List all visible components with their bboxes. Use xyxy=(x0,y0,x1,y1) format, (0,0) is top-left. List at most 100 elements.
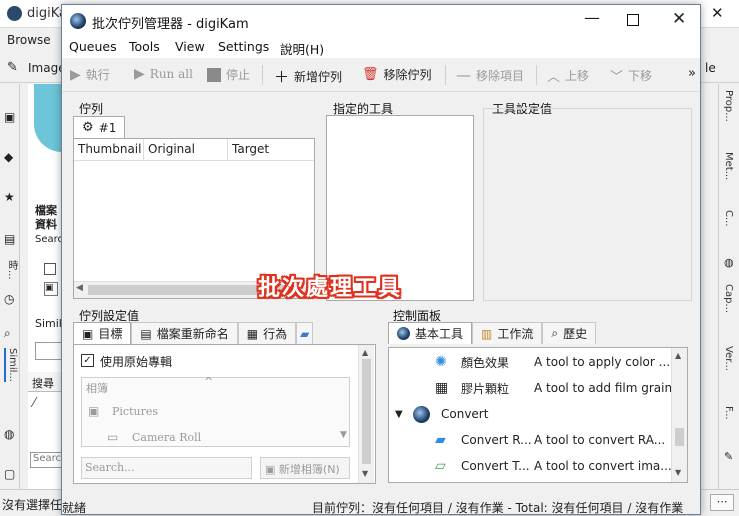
film-grain-icon: ▦ xyxy=(435,380,449,396)
tab-overflow[interactable]: ▰ xyxy=(296,322,314,344)
toolbar-separator xyxy=(445,65,446,85)
color-effect-icon: ✺ xyxy=(435,354,447,370)
stop-button[interactable]: 停止 xyxy=(207,66,250,83)
tool-name: Convert T... xyxy=(461,459,530,473)
tab-file-rename[interactable]: ▤ 檔案重新命名 xyxy=(131,322,238,344)
background-checkbox[interactable] xyxy=(44,263,56,275)
column-target[interactable]: Target xyxy=(228,139,314,160)
close-icon[interactable]: ✕ xyxy=(672,9,686,29)
search-icon[interactable]: ⌕ xyxy=(4,326,11,341)
overlay-annotation: 批次處理工具 xyxy=(258,276,403,301)
right-tab-metadata[interactable]: Met... xyxy=(723,152,734,180)
convert-group-icon xyxy=(413,405,430,423)
sidebar-tab-similarity[interactable]: Simil... xyxy=(4,348,18,382)
menu-tools[interactable]: Tools xyxy=(129,39,160,54)
magic-wand-icon[interactable]: ⁄ xyxy=(33,396,35,411)
minimize-icon[interactable]: — xyxy=(584,8,600,27)
clock-icon[interactable]: ◷ xyxy=(4,292,14,306)
tab-base-tools[interactable]: 基本工具 xyxy=(388,322,473,344)
background-toolbar-image[interactable]: Image xyxy=(28,61,66,75)
globe-icon[interactable]: ◍ xyxy=(4,427,14,441)
scroll-thumb[interactable] xyxy=(675,428,684,446)
right-tab-properties[interactable]: Prop... xyxy=(723,90,734,122)
right-pencil-icon[interactable]: ✎ xyxy=(724,450,733,463)
column-original[interactable]: Original xyxy=(144,139,228,160)
scroll-up-icon[interactable]: ▲ xyxy=(675,351,681,360)
sort-indicator-icon: ^ xyxy=(204,375,214,388)
background-menu-browse[interactable]: Browse xyxy=(7,33,51,47)
chevron-up-icon: ︿ xyxy=(547,70,561,85)
scroll-up-icon[interactable]: ▲ xyxy=(362,348,368,357)
menu-queues[interactable]: Queues xyxy=(69,39,117,54)
remove-queue-button[interactable]: 🗑 移除佇列 xyxy=(362,66,432,83)
background-close-icon[interactable]: ✕ xyxy=(711,4,724,22)
list-item[interactable]: ▰ Convert R... A tool to convert RA... xyxy=(389,427,687,453)
calendar-icon[interactable]: ▤ xyxy=(4,232,15,246)
list-item[interactable]: ▦ 膠片顆粒 A tool to add film grain xyxy=(389,375,687,401)
queue-tab-1[interactable]: ⚙ #1 xyxy=(73,116,126,138)
album-search-input[interactable]: Search... xyxy=(81,457,252,479)
right-tab-versions[interactable]: Ver... xyxy=(723,346,734,371)
face-icon[interactable]: ▢ xyxy=(4,467,15,481)
dialog-title: 批次佇列管理器 - digiKam xyxy=(92,17,249,32)
album-tree-header: 相簿 xyxy=(86,382,108,395)
maximize-icon[interactable] xyxy=(627,14,639,26)
tool-name: 顏色效果 xyxy=(461,355,510,370)
tag-icon[interactable]: ◆ xyxy=(4,150,13,164)
tab-workflow[interactable]: ▥ 工作流 xyxy=(472,322,543,344)
dialog-statusbar: 就緒 目前佇列：沒有任何項目 / 沒有作業 - Total: 沒有任何項目 / … xyxy=(62,495,700,515)
move-up-label: 上移 xyxy=(565,69,590,83)
move-up-button[interactable]: ︿ 上移 xyxy=(547,66,589,85)
expand-icon[interactable]: ▼ xyxy=(395,409,403,420)
tab-base-tools-label: 基本工具 xyxy=(415,327,464,341)
list-item[interactable]: ✺ 顏色效果 A tool to apply color ... xyxy=(389,349,687,375)
tab-target[interactable]: ▣ 目標 xyxy=(73,322,132,344)
background-input[interactable] xyxy=(35,342,62,360)
star-icon[interactable]: ★ xyxy=(4,190,15,204)
new-queue-button[interactable]: ＋ 新增佇列 xyxy=(274,66,342,87)
menu-view[interactable]: View xyxy=(175,39,205,54)
background-search-input[interactable]: Search xyxy=(30,452,67,468)
remove-queue-label: 移除佇列 xyxy=(383,68,432,82)
right-globe-icon[interactable]: ◍ xyxy=(724,256,734,269)
right-tab-colors[interactable]: C... xyxy=(723,210,734,227)
tools-list[interactable]: ✺ 顏色效果 A tool to apply color ... ▦ 膠片顆粒 … xyxy=(388,347,688,483)
image-icon[interactable]: ▣ xyxy=(4,110,15,124)
target-panel-scrollbar[interactable]: ▲ ▼ xyxy=(358,345,374,483)
run-button[interactable]: ▶ 執行 xyxy=(70,66,110,83)
tab-behavior[interactable]: ▦ 行為 xyxy=(237,322,297,344)
remove-item-label: 移除項目 xyxy=(476,68,525,83)
use-original-album-checkbox[interactable]: ✓ xyxy=(81,354,94,367)
background-search-tab-label: 搜尋 xyxy=(32,377,54,390)
scroll-down-icon[interactable]: ▼ xyxy=(675,468,681,477)
list-item[interactable]: ▱ Convert T... A tool to convert ima... xyxy=(389,453,687,479)
menu-settings[interactable]: Settings xyxy=(218,39,269,54)
background-toolbar-right[interactable]: le xyxy=(705,61,716,75)
target-panel: ✓ 使用原始專輯 相簿 ^ ▣ Pictures ▭ Camera Roll ▼… xyxy=(73,344,376,484)
background-search-tab[interactable]: 搜尋 xyxy=(28,372,62,392)
background-label-data: 資料 xyxy=(35,218,57,231)
background-status-button[interactable]: ⋯ xyxy=(710,494,734,511)
queues-group-title: 佇列 xyxy=(79,102,104,116)
sidebar-tab-time[interactable]: 時... xyxy=(4,260,19,280)
scroll-left-icon[interactable]: ◀ xyxy=(76,283,83,293)
tool-desc: A tool to apply color ... xyxy=(534,355,671,369)
tab-history[interactable]: ⌕ 歷史 xyxy=(542,322,597,344)
new-album-button[interactable]: ▣ 新增相簿(N) xyxy=(260,457,350,479)
scroll-down-icon[interactable]: ▼ xyxy=(362,469,368,478)
toolbar-overflow-button[interactable]: » xyxy=(688,66,696,81)
scroll-thumb[interactable] xyxy=(362,359,371,464)
move-down-button[interactable]: ﹀ 下移 xyxy=(610,66,652,85)
column-thumbnail[interactable]: Thumbnail xyxy=(74,139,144,160)
list-item[interactable]: ▼ Convert xyxy=(389,401,687,427)
tab-file-rename-label: 檔案重新命名 xyxy=(156,327,229,341)
right-tab-filters[interactable]: F... xyxy=(723,406,734,420)
right-tab-captions[interactable]: Cap... xyxy=(723,284,734,313)
stop-label: 停止 xyxy=(226,68,251,82)
tab-history-label: 歷史 xyxy=(563,327,588,341)
menu-help[interactable]: 說明(H) xyxy=(280,39,324,58)
remove-item-button[interactable]: — 移除項目 xyxy=(456,66,524,84)
tools-list-scrollbar[interactable]: ▲ ▼ xyxy=(671,348,687,482)
run-all-button[interactable]: ▶ Run all xyxy=(134,66,193,82)
album-pictures-icon: ▣ xyxy=(88,404,100,418)
